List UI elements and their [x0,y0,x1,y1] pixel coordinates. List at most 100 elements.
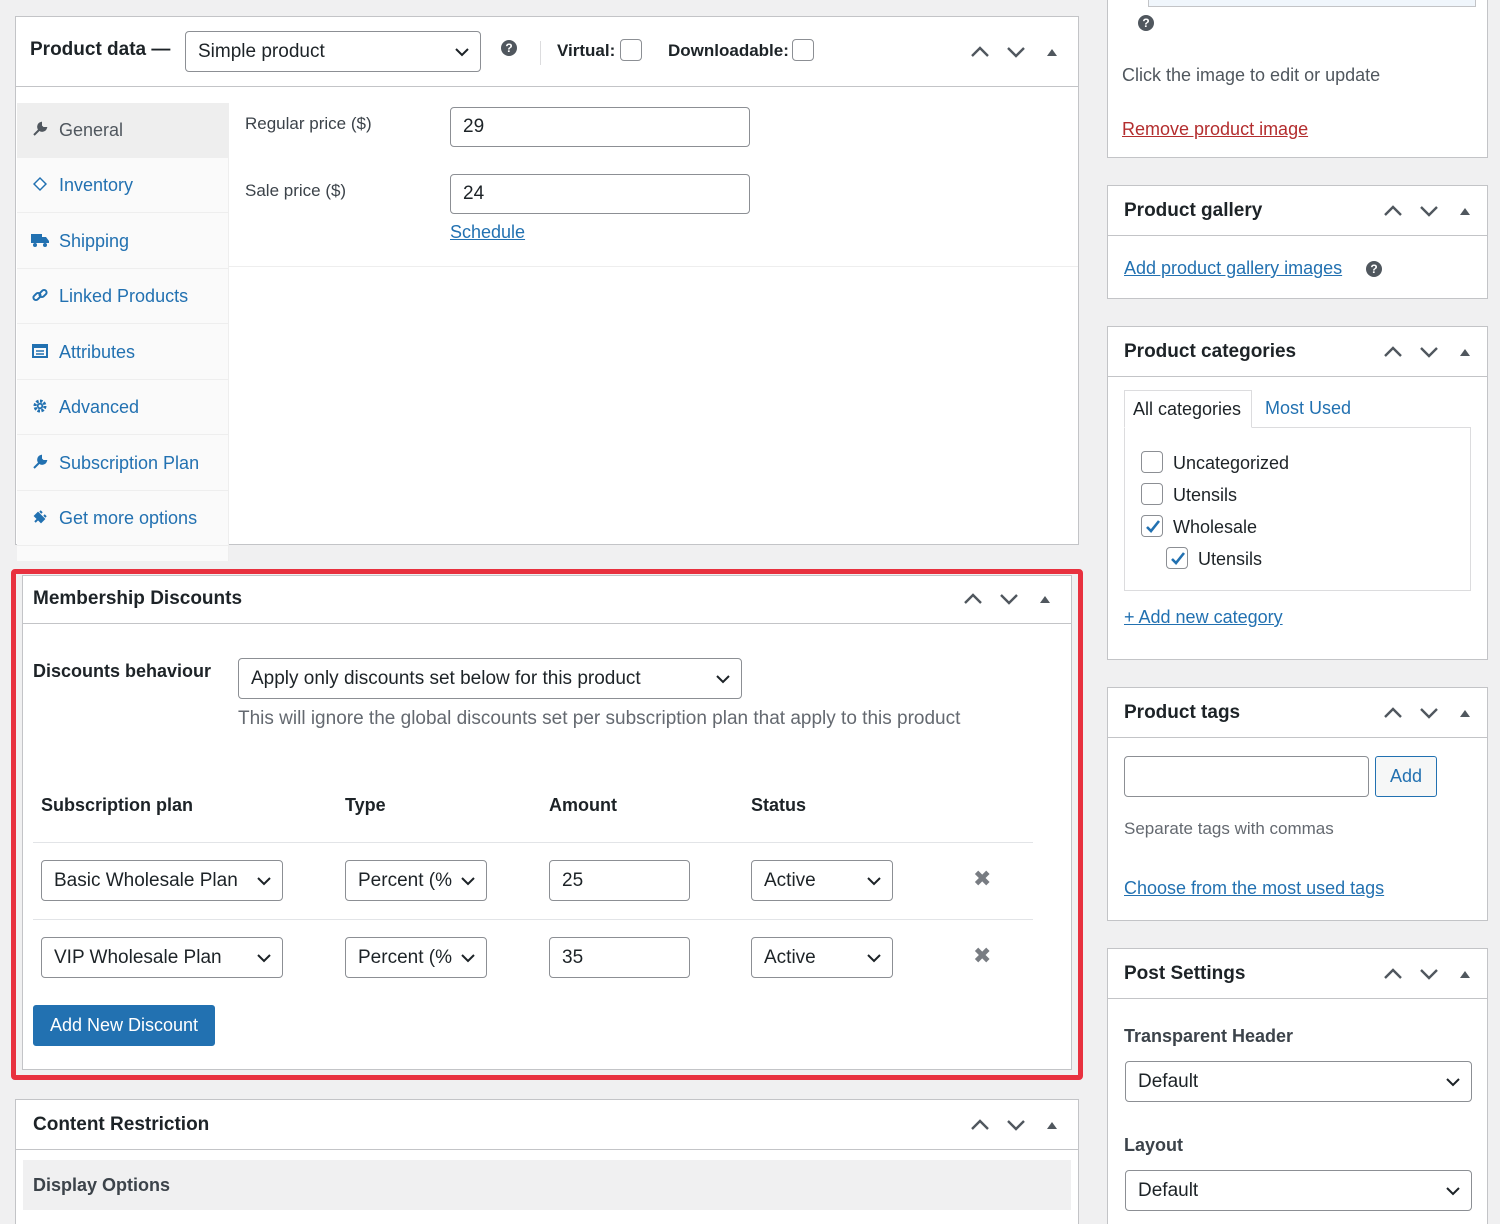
tab-linked-products[interactable]: Linked Products [17,269,229,324]
membership-discounts-panel: Membership Discounts Discounts behaviour… [22,575,1072,1070]
move-down-button[interactable] [1415,197,1443,225]
tab-attributes[interactable]: Attributes [17,325,229,380]
plan-select[interactable]: VIP Wholesale Plan [41,937,283,978]
tab-label: Attributes [59,341,136,362]
remove-discount-icon[interactable]: ✖ [973,866,991,892]
move-down-button[interactable] [1415,699,1443,727]
chevron-down-icon [257,876,271,885]
categories-list: Uncategorized Utensils Wholesale Utensil… [1124,427,1471,591]
transparent-header-value: Default [1138,1070,1199,1092]
move-up-button[interactable] [1379,338,1407,366]
move-up-button[interactable] [959,585,987,613]
chevron-up-icon [964,593,982,604]
product-type-select[interactable]: Simple product [185,31,481,72]
tab-all-categories[interactable]: All categories [1124,390,1252,428]
tab-subscription-plan[interactable]: Subscription Plan [17,436,229,491]
move-up-button[interactable] [1379,197,1407,225]
move-up-button[interactable] [966,38,994,66]
triangle-up-icon [1040,596,1050,603]
panel-controls [966,1111,1066,1139]
toggle-panel-button[interactable] [1038,38,1066,66]
downloadable-checkbox[interactable] [792,39,814,61]
remove-discount-icon[interactable]: ✖ [973,943,991,969]
regular-price-input[interactable]: 29 [450,107,750,147]
product-categories-header: Product categories [1108,327,1487,377]
schedule-link[interactable]: Schedule [450,222,525,243]
toggle-panel-button[interactable] [1451,960,1479,988]
add-new-category-link[interactable]: + Add new category [1124,607,1283,628]
amount-input[interactable]: 35 [549,937,690,978]
status-value: Active [764,869,816,891]
toggle-panel-button[interactable] [1451,197,1479,225]
add-gallery-images-link[interactable]: Add product gallery images [1124,258,1342,279]
move-down-button[interactable] [1415,338,1443,366]
layout-label: Layout [1124,1135,1184,1155]
table-row: VIP Wholesale Plan Percent (% 35 Active … [23,920,1073,996]
type-select[interactable]: Percent (% [345,860,487,901]
product-image-thumbnail[interactable] [1148,0,1476,7]
virtual-checkbox[interactable] [620,39,642,61]
layout-select[interactable]: Default [1125,1170,1472,1211]
category-checkbox-uncategorized[interactable] [1141,451,1163,473]
amount-input[interactable]: 25 [549,860,690,901]
type-value: Percent (% [358,946,452,968]
tab-advanced[interactable]: Advanced [17,380,229,435]
sale-price-input[interactable]: 24 [450,174,750,214]
category-checkbox-wholesale[interactable] [1141,515,1163,537]
add-new-discount-button[interactable]: Add New Discount [33,1005,215,1046]
toggle-panel-button[interactable] [1031,585,1059,613]
discounts-behaviour-hint: This will ignore the global discounts se… [238,708,961,729]
panel-controls [1379,338,1479,366]
product-gallery-panel: Product gallery Add product gallery imag… [1107,185,1488,299]
move-down-button[interactable] [1002,38,1030,66]
move-down-button[interactable] [1415,960,1443,988]
type-select[interactable]: Percent (% [345,937,487,978]
status-select[interactable]: Active [751,937,893,978]
chevron-down-icon [460,951,476,964]
tab-general[interactable]: General [17,103,229,158]
chevron-down-icon [1007,47,1025,58]
chevron-down-icon [867,876,881,885]
move-up-button[interactable] [966,1111,994,1139]
category-label: Uncategorized [1173,453,1290,473]
tab-inventory[interactable]: Inventory [17,158,229,213]
discounts-behaviour-select[interactable]: Apply only discounts set below for this … [238,658,742,699]
display-options-bar[interactable]: Display Options [23,1160,1071,1210]
toggle-panel-button[interactable] [1451,699,1479,727]
add-tag-button[interactable]: Add [1375,756,1437,797]
panel-controls [1379,960,1479,988]
choose-most-used-tags-link[interactable]: Choose from the most used tags [1124,878,1384,899]
category-checkbox-utensils[interactable] [1141,483,1163,505]
plan-select[interactable]: Basic Wholesale Plan [41,860,283,901]
help-icon[interactable]: ? [1366,261,1382,277]
product-gallery-title: Product gallery [1124,200,1263,221]
tab-shipping[interactable]: Shipping [17,214,229,269]
tag-input[interactable] [1124,756,1369,797]
discounts-behaviour-label: Discounts behaviour [33,661,212,681]
move-down-button[interactable] [995,585,1023,613]
tab-most-used[interactable]: Most Used [1265,398,1351,419]
help-icon[interactable]: ? [1138,15,1154,31]
chevron-up-icon [971,1119,989,1130]
chevron-down-icon [1446,1077,1460,1086]
product-tags-panel: Product tags Add Separate tags with comm… [1107,687,1488,921]
tab-label: Advanced [59,396,140,417]
help-icon[interactable]: ? [501,40,517,56]
toggle-panel-button[interactable] [1038,1111,1066,1139]
transparent-header-select[interactable]: Default [1125,1061,1472,1102]
category-checkbox-wholesale-utensils[interactable] [1166,547,1188,569]
move-up-button[interactable] [1379,960,1407,988]
chevron-down-icon [716,674,730,683]
toggle-panel-button[interactable] [1451,338,1479,366]
type-value: Percent (% [358,869,452,891]
status-select[interactable]: Active [751,860,893,901]
tab-label: Linked Products [59,285,189,306]
tab-get-more-options[interactable]: Get more options [17,491,229,546]
chevron-up-icon [1384,205,1402,216]
move-up-button[interactable] [1379,699,1407,727]
chevron-down-icon [1000,594,1018,605]
remove-product-image-link[interactable]: Remove product image [1122,119,1308,140]
content-restriction-title: Content Restriction [33,1114,210,1135]
move-down-button[interactable] [1002,1111,1030,1139]
image-edit-hint: Click the image to edit or update [1122,65,1381,85]
